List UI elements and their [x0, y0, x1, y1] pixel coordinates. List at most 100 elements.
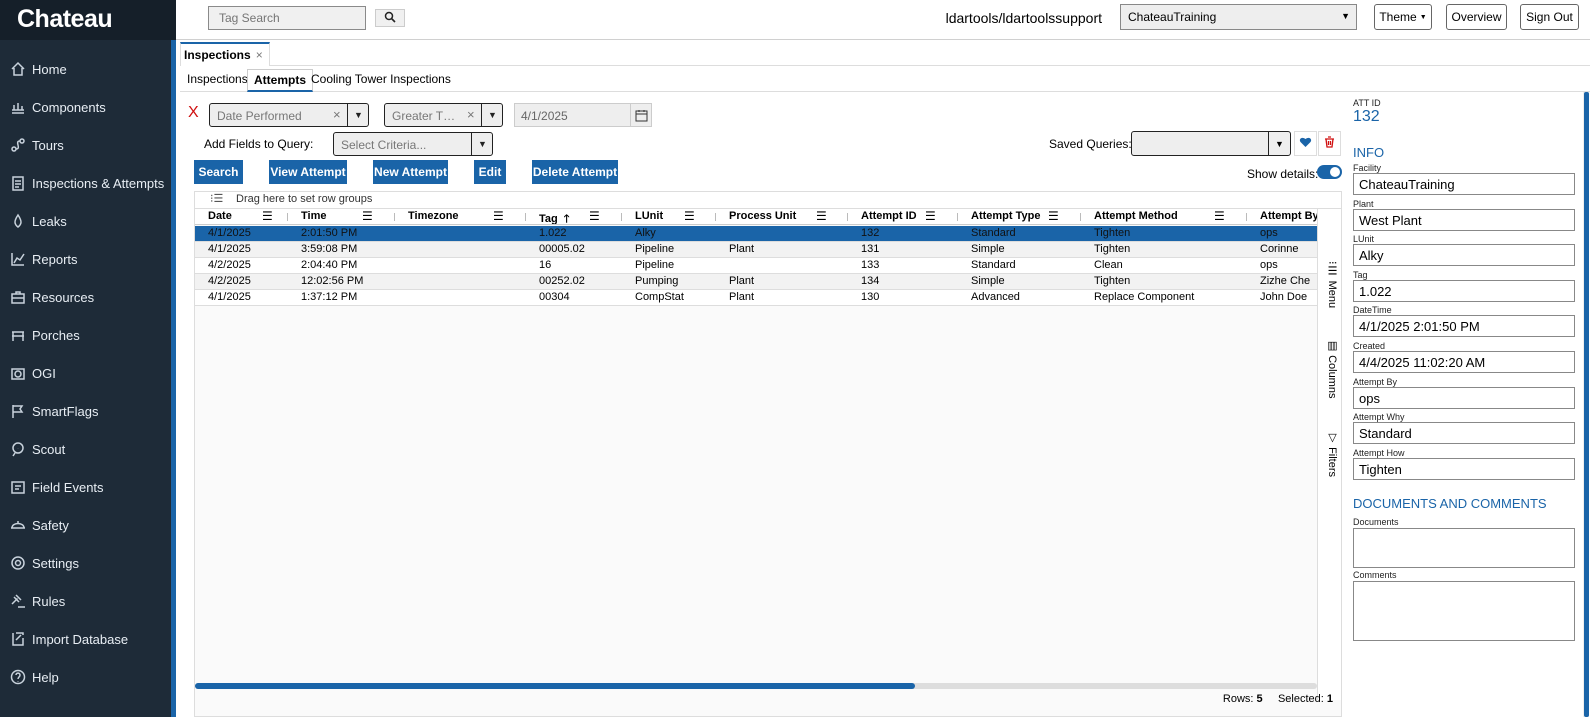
- chevron-down-icon[interactable]: ▼: [481, 104, 503, 126]
- sidebar-item-safety[interactable]: Safety: [0, 506, 176, 544]
- row-group-bar[interactable]: ⁝☰ Drag here to set row groups: [195, 192, 1341, 209]
- column-header-date[interactable]: Date ☰: [195, 209, 288, 224]
- sidebar-item-components[interactable]: Components: [0, 88, 176, 126]
- column-menu-icon[interactable]: ☰: [362, 209, 373, 223]
- search-button[interactable]: [375, 9, 405, 27]
- home-icon: [10, 61, 26, 77]
- remove-criteria-button[interactable]: X: [188, 104, 199, 122]
- close-icon[interactable]: ×: [256, 48, 263, 62]
- column-menu-icon[interactable]: ☰: [684, 209, 695, 223]
- column-header-timezone[interactable]: Timezone ☰: [395, 209, 526, 224]
- sidebar-item-smartflags[interactable]: SmartFlags: [0, 392, 176, 430]
- sidebar-item-import-database[interactable]: Import Database: [0, 620, 176, 658]
- gavel-icon: [10, 593, 26, 609]
- subtab-attempts[interactable]: Attempts: [247, 69, 314, 92]
- sidebar-nav: Home Components Tours Inspections & Atte…: [0, 40, 176, 696]
- table-row[interactable]: 4/2/2025 2:04:40 PM 16 Pipeline 133 Standard C…: [195, 258, 1317, 274]
- sidebar-item-tours[interactable]: Tours: [0, 126, 176, 164]
- sidebar: Chateau Home Components Tours Inspection…: [0, 0, 176, 717]
- cell-tag: 16: [539, 259, 552, 271]
- criteria-select[interactable]: Select Criteria... ▼: [333, 132, 493, 156]
- column-header-tag[interactable]: Tag 🡑 ☰: [526, 209, 622, 224]
- app-logo[interactable]: Chateau: [0, 0, 176, 40]
- column-header-attempt-type[interactable]: Attempt Type ☰: [958, 209, 1081, 224]
- column-menu-icon[interactable]: ☰: [262, 209, 273, 223]
- column-menu-icon[interactable]: ☰: [925, 209, 936, 223]
- column-header-label: Attempt Method: [1094, 210, 1178, 222]
- save-query-button[interactable]: [1294, 131, 1317, 156]
- column-header-attempt-id[interactable]: Attempt ID ☰: [848, 209, 958, 224]
- column-header-attempt-by[interactable]: Attempt By: [1247, 209, 1317, 224]
- subtab-cooling-tower-inspections[interactable]: Cooling Tower Inspections: [305, 69, 457, 92]
- theme-button[interactable]: Theme ▼: [1374, 4, 1432, 30]
- criteria-placeholder: Select Criteria...: [341, 138, 427, 152]
- sidebar-item-porches[interactable]: Porches: [0, 316, 176, 354]
- delete-query-button[interactable]: [1318, 131, 1341, 156]
- chevron-down-icon[interactable]: ▼: [471, 133, 493, 155]
- overview-button[interactable]: Overview: [1446, 4, 1507, 30]
- query-operator-select[interactable]: Greater T… × ▼: [384, 103, 503, 127]
- cell-attempt-type: Simple: [971, 243, 1005, 255]
- scrollbar-thumb[interactable]: [195, 683, 915, 689]
- query-date-input[interactable]: 4/1/2025: [514, 103, 631, 127]
- calendar-icon[interactable]: [630, 103, 652, 127]
- column-header-process-unit[interactable]: Process Unit ☰: [716, 209, 848, 224]
- detail-label: Facility: [1353, 163, 1382, 173]
- search-action-button[interactable]: Search: [194, 160, 243, 184]
- column-menu-icon[interactable]: ☰: [493, 209, 504, 223]
- grid-columns-tab[interactable]: ▥ Columns: [1321, 339, 1339, 398]
- view-attempt-button[interactable]: View Attempt: [269, 160, 347, 184]
- sidebar-item-ogi[interactable]: OGI: [0, 354, 176, 392]
- column-menu-icon[interactable]: ☰: [1048, 209, 1059, 223]
- column-menu-icon[interactable]: ☰: [589, 209, 600, 223]
- table-row[interactable]: 4/2/2025 12:02:56 PM 00252.02 Pumping Plant 1…: [195, 274, 1317, 290]
- subtab-inspections[interactable]: Inspections: [181, 69, 254, 92]
- column-menu-icon[interactable]: ☰: [816, 209, 827, 223]
- field-events-icon: [10, 479, 26, 495]
- sidebar-item-help[interactable]: Help: [0, 658, 176, 696]
- clear-icon[interactable]: ×: [333, 107, 341, 122]
- sidebar-item-inspections[interactable]: Inspections & Attempts: [0, 164, 176, 202]
- sidebar-item-scout[interactable]: Scout: [0, 430, 176, 468]
- top-header: ldartools/ldartoolssupport ChateauTraini…: [176, 0, 1590, 40]
- new-attempt-button[interactable]: New Attempt: [373, 160, 448, 184]
- show-details-toggle[interactable]: [1317, 165, 1342, 179]
- grid-filters-tab[interactable]: ▽ Filters: [1321, 431, 1339, 477]
- sidebar-item-field-events[interactable]: Field Events: [0, 468, 176, 506]
- sidebar-item-resources[interactable]: Resources: [0, 278, 176, 316]
- details-scrollbar[interactable]: [1583, 92, 1589, 717]
- sidebar-item-reports[interactable]: Reports: [0, 240, 176, 278]
- documents-box[interactable]: [1353, 528, 1575, 568]
- grid-header-row: Date ☰ Time ☰ Timezone ☰ Tag 🡑 ☰ LUnit ☰ Proce…: [195, 209, 1317, 225]
- table-row[interactable]: 4/1/2025 2:01:50 PM 1.022 Alky 132 Standard Ti…: [195, 226, 1317, 242]
- column-header-attempt-method[interactable]: Attempt Method ☰: [1081, 209, 1247, 224]
- sidebar-item-rules[interactable]: Rules: [0, 582, 176, 620]
- scrollbar-thumb[interactable]: [1584, 92, 1589, 717]
- edit-button[interactable]: Edit: [474, 160, 506, 184]
- grid-horizontal-scrollbar[interactable]: [195, 683, 1317, 689]
- chevron-down-icon[interactable]: ▼: [1268, 132, 1290, 155]
- sign-out-button[interactable]: Sign Out: [1520, 4, 1579, 30]
- grid-menu-tab[interactable]: ⁝☰ Menu: [1321, 261, 1339, 308]
- cell-time: 12:02:56 PM: [301, 275, 364, 287]
- table-row[interactable]: 4/1/2025 3:59:08 PM 00005.02 Pipeline Plant 1…: [195, 242, 1317, 258]
- table-row[interactable]: 4/1/2025 1:37:12 PM 00304 CompStat Plant 130 A…: [195, 290, 1317, 306]
- sidebar-item-leaks[interactable]: Leaks: [0, 202, 176, 240]
- chevron-down-icon[interactable]: ▼: [347, 104, 369, 126]
- user-label: ldartools/ldartoolssupport: [945, 10, 1102, 26]
- sidebar-item-home[interactable]: Home: [0, 50, 176, 88]
- cell-attempt-method: Clean: [1094, 259, 1123, 271]
- tag-search-input[interactable]: [208, 6, 366, 30]
- clear-icon[interactable]: ×: [467, 107, 475, 122]
- cell-attempt-type: Simple: [971, 275, 1005, 287]
- column-menu-icon[interactable]: ☰: [1214, 209, 1225, 223]
- column-header-time[interactable]: Time ☰: [288, 209, 395, 224]
- query-field-select[interactable]: Date Performed × ▼: [209, 103, 369, 127]
- sidebar-item-settings[interactable]: Settings: [0, 544, 176, 582]
- delete-attempt-button[interactable]: Delete Attempt: [532, 160, 618, 184]
- comments-box[interactable]: [1353, 581, 1575, 641]
- facility-select[interactable]: ChateauTraining ▼: [1120, 4, 1357, 30]
- tab-inspections[interactable]: Inspections ×: [180, 42, 270, 66]
- saved-queries-select[interactable]: ▼: [1131, 131, 1291, 156]
- column-header-lunit[interactable]: LUnit ☰: [622, 209, 716, 224]
